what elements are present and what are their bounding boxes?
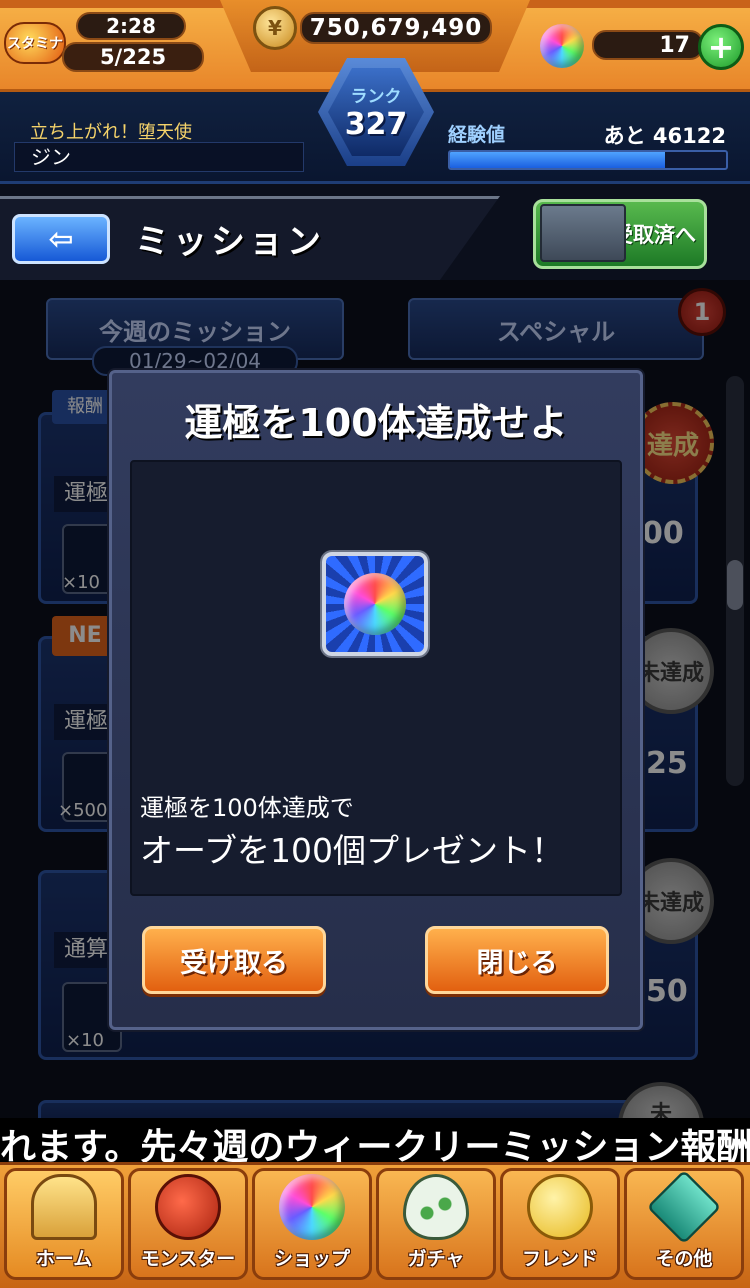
stamina-timer: 2:28 [76, 12, 186, 40]
buy-orb-plus-button[interactable]: + [698, 24, 744, 70]
close-button-label: 閉じる [476, 947, 558, 979]
dialog-description-line2: オーブを100個プレゼント！ [140, 831, 565, 870]
nav-gacha[interactable]: ガチャ [376, 1168, 496, 1280]
stamina-label: スタミナ [7, 36, 63, 52]
nav-home[interactable]: ホーム [4, 1168, 124, 1280]
rank-label: ランク [350, 87, 402, 107]
dialog-title: 運極を100体達成せよ [184, 401, 568, 445]
nav-shop[interactable]: ショップ [252, 1168, 372, 1280]
gold-coin-icon: ¥ [253, 6, 297, 50]
book-icon [540, 204, 626, 262]
receive-button[interactable]: 受け取る [142, 926, 326, 994]
back-button[interactable]: ⇦ [12, 214, 110, 264]
reward-icon-frame [322, 552, 428, 656]
monster-icon [155, 1174, 221, 1240]
orb-reward-icon [344, 573, 406, 635]
exp-bar-fill [450, 152, 666, 168]
stamina-icon: スタミナ [4, 22, 66, 64]
nav-friend-label: フレンド [521, 1248, 598, 1270]
nav-shop-label: ショップ [273, 1248, 350, 1270]
nav-gacha-label: ガチャ [407, 1248, 465, 1270]
receive-button-label: 受け取る [180, 947, 288, 979]
gold-amount: 750,679,490 [300, 12, 492, 44]
exp-label: 経験値 [448, 124, 506, 146]
exp-remaining: あと 46122 [603, 124, 726, 148]
exp-bar [448, 150, 728, 170]
player-name: ジン [14, 142, 304, 172]
close-button[interactable]: 閉じる [425, 926, 609, 994]
home-gate-icon [31, 1174, 97, 1240]
friend-balloon-icon [527, 1174, 593, 1240]
other-icon [646, 1169, 722, 1245]
dialog-description-line1: 運極を100体達成で [140, 794, 354, 822]
player-title: 立ち上がれ！堕天使 [30, 122, 192, 143]
egg-icon [403, 1174, 469, 1240]
stamina-value: 5/225 [62, 42, 204, 72]
page-title: ミッション [135, 222, 325, 262]
rank-value: 327 [344, 107, 408, 142]
nav-other-label: その他 [655, 1248, 713, 1270]
orb-count: 17 [592, 30, 704, 60]
nav-other[interactable]: その他 [624, 1168, 744, 1280]
nav-monster-label: モンスター [140, 1248, 236, 1270]
nav-home-label: ホーム [35, 1248, 93, 1270]
orb-icon [279, 1174, 345, 1240]
nav-friend[interactable]: フレンド [500, 1168, 620, 1280]
back-arrow-icon: ⇦ [48, 221, 74, 257]
orb-icon [540, 24, 584, 68]
nav-monster[interactable]: モンスター [128, 1168, 248, 1280]
rank-badge-inner: ランク 327 [328, 68, 424, 156]
